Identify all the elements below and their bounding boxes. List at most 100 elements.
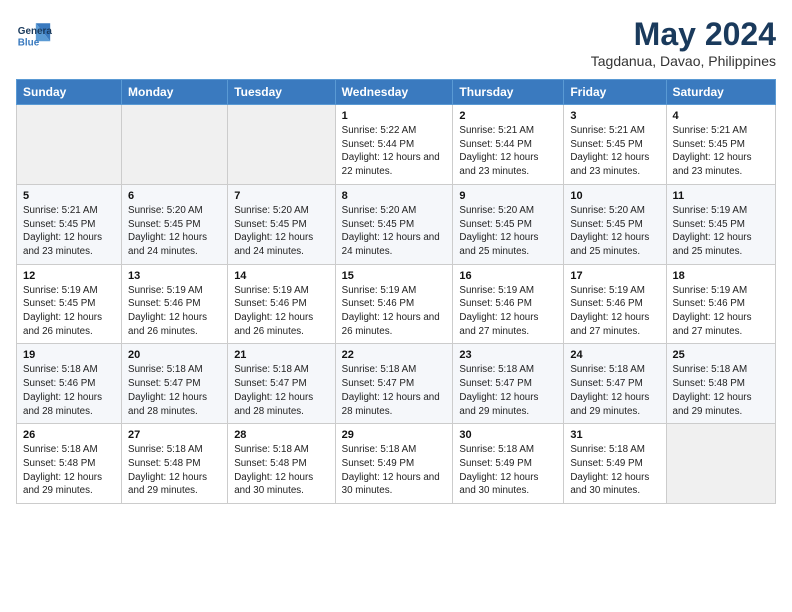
header: General Blue May 2024 Tagdanua, Davao, P… bbox=[16, 16, 776, 69]
day-number: 29 bbox=[342, 429, 447, 441]
day-number: 3 bbox=[570, 110, 659, 122]
calendar-cell: 31 Sunrise: 5:18 AMSunset: 5:49 PMDayligh… bbox=[564, 424, 666, 504]
calendar-cell: 21Sunrise: 5:18 AMSunset: 5:47 PMDayligh… bbox=[228, 344, 335, 424]
day-number: 20 bbox=[128, 349, 221, 361]
day-number: 31 bbox=[570, 429, 659, 441]
day-info: Sunrise: 5:19 AMSunset: 5:46 PMDaylight:… bbox=[342, 284, 447, 339]
day-info: Sunrise: 5:19 AMSunset: 5:45 PMDaylight:… bbox=[673, 204, 770, 259]
col-header-tuesday: Tuesday bbox=[228, 80, 335, 105]
day-number: 1 bbox=[342, 110, 447, 122]
day-number: 23 bbox=[459, 349, 557, 361]
calendar-header-row: SundayMondayTuesdayWednesdayThursdayFrid… bbox=[17, 80, 776, 105]
day-number: 7 bbox=[234, 190, 328, 202]
day-info: Sunrise: 5:18 AMSunset: 5:49 PMDaylight:… bbox=[342, 443, 447, 498]
day-info: Sunrise: 5:19 AMSunset: 5:45 PMDaylight:… bbox=[23, 284, 115, 339]
day-number: 13 bbox=[128, 270, 221, 282]
day-number: 10 bbox=[570, 190, 659, 202]
calendar-week-row: 1 Sunrise: 5:22 AMSunset: 5:44 PMDaylight… bbox=[17, 105, 776, 185]
calendar-table: SundayMondayTuesdayWednesdayThursdayFrid… bbox=[16, 79, 776, 504]
day-number: 12 bbox=[23, 270, 115, 282]
day-number: 15 bbox=[342, 270, 447, 282]
calendar-week-row: 12 Sunrise: 5:19 AMSunset: 5:45 PMDayligh… bbox=[17, 264, 776, 344]
day-info: Sunrise: 5:18 AMSunset: 5:48 PMDaylight:… bbox=[673, 363, 770, 418]
day-number: 27 bbox=[128, 429, 221, 441]
day-number: 26 bbox=[23, 429, 115, 441]
calendar-cell: 29 Sunrise: 5:18 AMSunset: 5:49 PMDayligh… bbox=[335, 424, 453, 504]
col-header-sunday: Sunday bbox=[17, 80, 122, 105]
calendar-cell bbox=[228, 105, 335, 185]
day-number: 2 bbox=[459, 110, 557, 122]
day-info: Sunrise: 5:18 AMSunset: 5:47 PMDaylight:… bbox=[234, 363, 328, 418]
col-header-saturday: Saturday bbox=[666, 80, 776, 105]
col-header-wednesday: Wednesday bbox=[335, 80, 453, 105]
calendar-cell: 7 Sunrise: 5:20 AMSunset: 5:45 PMDaylight… bbox=[228, 184, 335, 264]
col-header-friday: Friday bbox=[564, 80, 666, 105]
day-number: 17 bbox=[570, 270, 659, 282]
calendar-week-row: 19 Sunrise: 5:18 AMSunset: 5:46 PMDayligh… bbox=[17, 344, 776, 424]
calendar-cell: 1 Sunrise: 5:22 AMSunset: 5:44 PMDaylight… bbox=[335, 105, 453, 185]
day-info: Sunrise: 5:18 AMSunset: 5:48 PMDaylight:… bbox=[234, 443, 328, 498]
title-area: May 2024 Tagdanua, Davao, Philippines bbox=[591, 16, 776, 69]
calendar-cell: 3 Sunrise: 5:21 AMSunset: 5:45 PMDaylight… bbox=[564, 105, 666, 185]
day-number: 6 bbox=[128, 190, 221, 202]
subtitle: Tagdanua, Davao, Philippines bbox=[591, 53, 776, 69]
day-info: Sunrise: 5:19 AMSunset: 5:46 PMDaylight:… bbox=[128, 284, 221, 339]
day-number: 9 bbox=[459, 190, 557, 202]
calendar-cell: 27 Sunrise: 5:18 AMSunset: 5:48 PMDayligh… bbox=[122, 424, 228, 504]
calendar-cell: 19 Sunrise: 5:18 AMSunset: 5:46 PMDayligh… bbox=[17, 344, 122, 424]
calendar-cell: 18 Sunrise: 5:19 AMSunset: 5:46 PMDayligh… bbox=[666, 264, 776, 344]
day-number: 14 bbox=[234, 270, 328, 282]
day-info: Sunrise: 5:21 AMSunset: 5:45 PMDaylight:… bbox=[570, 124, 659, 179]
day-info: Sunrise: 5:18 AMSunset: 5:49 PMDaylight:… bbox=[459, 443, 557, 498]
col-header-thursday: Thursday bbox=[453, 80, 564, 105]
day-info: Sunrise: 5:18 AMSunset: 5:48 PMDaylight:… bbox=[128, 443, 221, 498]
calendar-cell: 6 Sunrise: 5:20 AMSunset: 5:45 PMDaylight… bbox=[122, 184, 228, 264]
calendar-cell: 13 Sunrise: 5:19 AMSunset: 5:46 PMDayligh… bbox=[122, 264, 228, 344]
day-number: 5 bbox=[23, 190, 115, 202]
calendar-cell: 28Sunrise: 5:18 AMSunset: 5:48 PMDayligh… bbox=[228, 424, 335, 504]
calendar-cell: 5 Sunrise: 5:21 AMSunset: 5:45 PMDaylight… bbox=[17, 184, 122, 264]
day-number: 30 bbox=[459, 429, 557, 441]
calendar-cell: 17Sunrise: 5:19 AMSunset: 5:46 PMDayligh… bbox=[564, 264, 666, 344]
calendar-cell: 15 Sunrise: 5:19 AMSunset: 5:46 PMDayligh… bbox=[335, 264, 453, 344]
day-info: Sunrise: 5:18 AMSunset: 5:47 PMDaylight:… bbox=[128, 363, 221, 418]
calendar-cell: 12 Sunrise: 5:19 AMSunset: 5:45 PMDayligh… bbox=[17, 264, 122, 344]
day-number: 22 bbox=[342, 349, 447, 361]
calendar-cell bbox=[666, 424, 776, 504]
day-number: 8 bbox=[342, 190, 447, 202]
calendar-cell bbox=[122, 105, 228, 185]
calendar-cell: 11 Sunrise: 5:19 AMSunset: 5:45 PMDayligh… bbox=[666, 184, 776, 264]
calendar-cell: 22 Sunrise: 5:18 AMSunset: 5:47 PMDayligh… bbox=[335, 344, 453, 424]
day-info: Sunrise: 5:18 AMSunset: 5:46 PMDaylight:… bbox=[23, 363, 115, 418]
svg-text:Blue: Blue bbox=[18, 38, 40, 49]
day-info: Sunrise: 5:20 AMSunset: 5:45 PMDaylight:… bbox=[128, 204, 221, 259]
day-info: Sunrise: 5:22 AMSunset: 5:44 PMDaylight:… bbox=[342, 124, 447, 179]
day-info: Sunrise: 5:20 AMSunset: 5:45 PMDaylight:… bbox=[234, 204, 328, 259]
calendar-cell: 8Sunrise: 5:20 AMSunset: 5:45 PMDaylight… bbox=[335, 184, 453, 264]
day-info: Sunrise: 5:21 AMSunset: 5:45 PMDaylight:… bbox=[23, 204, 115, 259]
day-info: Sunrise: 5:19 AMSunset: 5:46 PMDaylight:… bbox=[673, 284, 770, 339]
day-info: Sunrise: 5:18 AMSunset: 5:48 PMDaylight:… bbox=[23, 443, 115, 498]
calendar-cell: 16Sunrise: 5:19 AMSunset: 5:46 PMDayligh… bbox=[453, 264, 564, 344]
calendar-cell: 30 Sunrise: 5:18 AMSunset: 5:49 PMDayligh… bbox=[453, 424, 564, 504]
calendar-cell: 14 Sunrise: 5:19 AMSunset: 5:46 PMDayligh… bbox=[228, 264, 335, 344]
day-info: Sunrise: 5:18 AMSunset: 5:49 PMDaylight:… bbox=[570, 443, 659, 498]
day-info: Sunrise: 5:19 AMSunset: 5:46 PMDaylight:… bbox=[234, 284, 328, 339]
day-info: Sunrise: 5:19 AMSunset: 5:46 PMDaylight:… bbox=[459, 284, 557, 339]
calendar-cell: 23 Sunrise: 5:18 AMSunset: 5:47 PMDayligh… bbox=[453, 344, 564, 424]
main-title: May 2024 bbox=[591, 16, 776, 53]
day-number: 18 bbox=[673, 270, 770, 282]
day-number: 4 bbox=[673, 110, 770, 122]
day-info: Sunrise: 5:20 AMSunset: 5:45 PMDaylight:… bbox=[570, 204, 659, 259]
svg-text:General: General bbox=[18, 26, 52, 37]
logo: General Blue bbox=[16, 16, 52, 52]
calendar-week-row: 26 Sunrise: 5:18 AMSunset: 5:48 PMDayligh… bbox=[17, 424, 776, 504]
day-number: 11 bbox=[673, 190, 770, 202]
day-info: Sunrise: 5:21 AMSunset: 5:44 PMDaylight:… bbox=[459, 124, 557, 179]
day-info: Sunrise: 5:18 AMSunset: 5:47 PMDaylight:… bbox=[342, 363, 447, 418]
col-header-monday: Monday bbox=[122, 80, 228, 105]
day-number: 24 bbox=[570, 349, 659, 361]
calendar-cell bbox=[17, 105, 122, 185]
day-number: 19 bbox=[23, 349, 115, 361]
day-info: Sunrise: 5:18 AMSunset: 5:47 PMDaylight:… bbox=[459, 363, 557, 418]
